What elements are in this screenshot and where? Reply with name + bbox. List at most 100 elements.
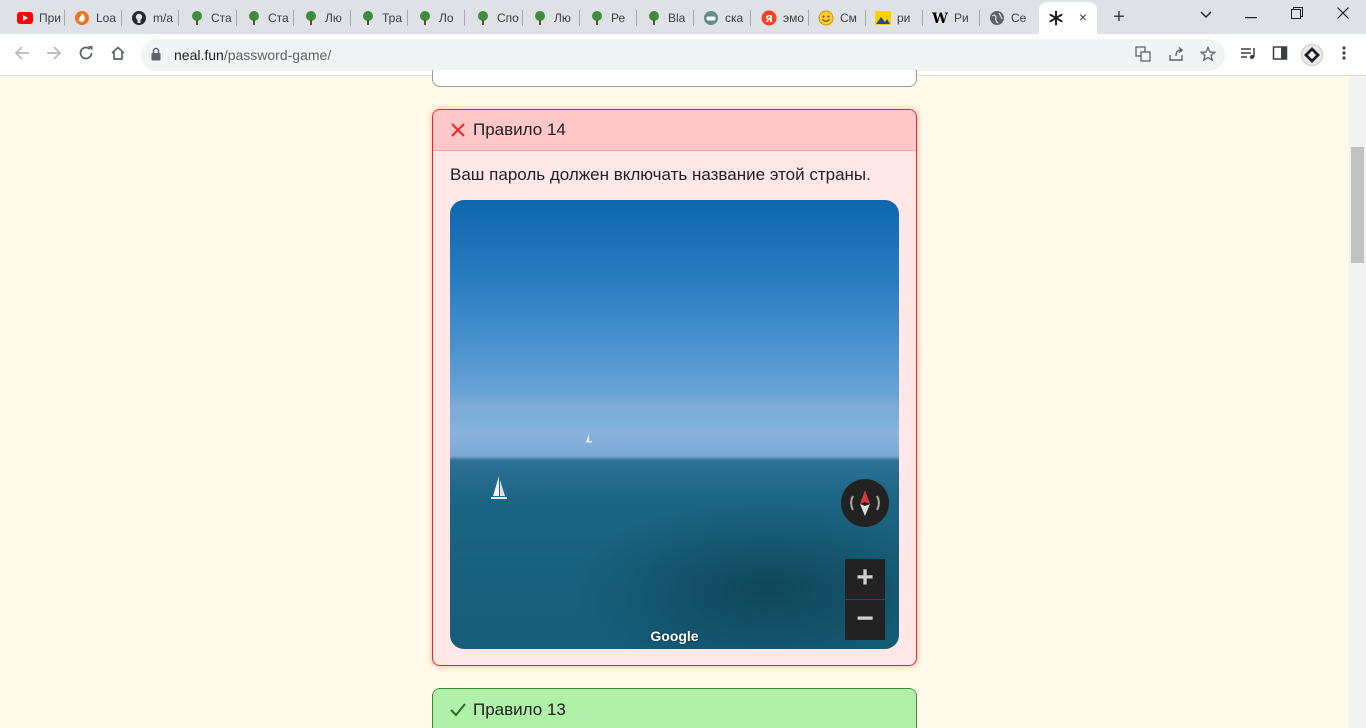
tab-label: При (39, 11, 62, 25)
close-window-button[interactable] (1320, 0, 1366, 30)
tab-5[interactable]: Ста (237, 4, 291, 32)
image-icon (875, 10, 891, 26)
rule-14-card: Правило 14 Ваш пароль должен включать на… (432, 109, 917, 666)
url-host: neal.fun (174, 47, 224, 63)
checkmark-icon (449, 701, 467, 719)
extension-avatar[interactable] (1301, 44, 1323, 66)
tab-8[interactable]: Ло (408, 4, 462, 32)
tab-password-game[interactable]: × (1039, 2, 1097, 34)
tree-icon (646, 10, 662, 26)
home-icon (111, 46, 125, 60)
tab-strip: При Loa m/a Ста Ста Лю Тра Ло Спо Лю Ре Bla ска Яэмо С… (0, 0, 1366, 34)
tab-separator (178, 10, 179, 26)
tree-icon (246, 10, 262, 26)
tab-7[interactable]: Тра (351, 4, 405, 32)
tab-15[interactable]: См (809, 4, 863, 32)
distant-sailboat-icon (586, 434, 592, 443)
tab-17[interactable]: W Ри (923, 4, 977, 32)
wikipedia-icon: W (932, 10, 948, 26)
url-text[interactable]: neal.fun/password-game/ (174, 47, 331, 63)
tab-label: Ри (954, 11, 969, 25)
tab-label: эмо (783, 11, 805, 25)
tab-label: ри (897, 11, 911, 25)
back-button[interactable] (10, 43, 34, 67)
tab-1[interactable]: При (8, 4, 62, 32)
street-view-panorama[interactable]: + − Google (450, 200, 899, 649)
media-controls-icon[interactable] (1238, 45, 1258, 65)
menu-icon[interactable] (1334, 45, 1354, 65)
tab-label: Лю (554, 11, 571, 25)
translate-icon[interactable] (1134, 46, 1152, 64)
cross-icon (449, 121, 467, 139)
side-panel-icon[interactable] (1270, 45, 1290, 65)
bookmark-star-icon[interactable] (1199, 45, 1217, 64)
rule-14-header: Правило 14 (433, 110, 916, 151)
close-tab-icon[interactable]: × (1079, 9, 1087, 25)
restore-button[interactable] (1274, 0, 1320, 30)
sailboat-icon (491, 476, 507, 499)
close-icon (1337, 7, 1349, 19)
tree-icon (475, 10, 491, 26)
arrow-right-icon (47, 46, 62, 60)
home-button[interactable] (106, 43, 130, 67)
restore-icon (1291, 7, 1303, 19)
tree-icon (532, 10, 548, 26)
tab-13[interactable]: ска (694, 4, 748, 32)
url-path: /password-game/ (223, 47, 332, 63)
tab-separator (750, 10, 751, 26)
tree-icon (360, 10, 376, 26)
asterisk-icon (1048, 10, 1064, 26)
globe-icon (989, 10, 1005, 26)
compass-button[interactable] (841, 479, 889, 527)
tab-14[interactable]: Яэмо (752, 4, 806, 32)
page-scrollbar[interactable] (1349, 77, 1366, 728)
tab-label: Ло (439, 11, 454, 25)
youtube-icon (17, 10, 33, 26)
tab-3[interactable]: m/a (122, 4, 176, 32)
tab-2[interactable]: Loa (65, 4, 119, 32)
svg-text:Я: Я (765, 14, 773, 25)
tab-label: Тра (382, 11, 403, 25)
compass-icon (850, 490, 880, 516)
minimize-button[interactable] (1228, 0, 1274, 30)
tab-10[interactable]: Лю (523, 4, 577, 32)
tab-18[interactable]: Се (980, 4, 1034, 32)
tab-search-button[interactable] (1183, 0, 1229, 30)
tab-9[interactable]: Спо (466, 4, 520, 32)
yandex-icon: Я (761, 10, 777, 26)
reload-button[interactable] (74, 43, 98, 67)
rule-13-title: Правило 13 (473, 699, 566, 719)
tab-label: Ре (611, 11, 626, 25)
address-bar[interactable]: neal.fun/password-game/ (141, 39, 1225, 71)
tab-16[interactable]: ри (866, 4, 920, 32)
arrow-left-icon (14, 46, 29, 60)
tab-4[interactable]: Ста (180, 4, 234, 32)
tab-label: Ста (211, 11, 232, 25)
share-icon[interactable] (1167, 46, 1185, 64)
scrollbar-thumb[interactable] (1351, 147, 1364, 263)
rule-13-header: Правило 13 (433, 689, 916, 728)
tab-label: m/a (153, 11, 174, 25)
rule-14-text: Ваш пароль должен включать название этой… (450, 165, 871, 184)
tree-icon (189, 10, 205, 26)
tab-6[interactable]: Лю (294, 4, 348, 32)
zoom-in-button[interactable]: + (845, 559, 885, 599)
lock-icon[interactable] (151, 47, 161, 61)
tab-label: Лю (325, 11, 342, 25)
tree-icon (417, 10, 433, 26)
tab-11[interactable]: Ре (580, 4, 634, 32)
forward-button[interactable] (42, 43, 66, 67)
tree-icon (589, 10, 605, 26)
github-icon (131, 10, 147, 26)
fire-icon (74, 10, 90, 26)
tab-label: ска (725, 11, 744, 25)
tab-12[interactable]: Bla (637, 4, 691, 32)
previous-rule-card-bottom (432, 70, 917, 87)
tree-icon (303, 10, 319, 26)
chevron-down-icon (1200, 11, 1212, 18)
minimize-icon (1245, 17, 1257, 19)
new-tab-button[interactable]: + (1108, 6, 1130, 28)
smiley-icon (818, 10, 834, 26)
tab-label: См (840, 11, 857, 25)
rule-13-card: Правило 13 (432, 688, 917, 728)
